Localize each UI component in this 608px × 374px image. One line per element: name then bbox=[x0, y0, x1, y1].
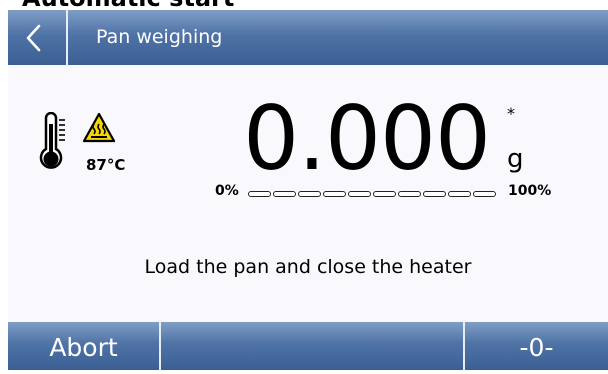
load-progress-bar bbox=[248, 191, 496, 197]
load-bar-segment bbox=[423, 191, 446, 197]
weight-unit: g bbox=[507, 144, 524, 174]
instruction-message: Load the pan and close the heater bbox=[144, 256, 472, 278]
bottom-bar: Abort -0- bbox=[8, 322, 608, 370]
load-bar-segment bbox=[298, 191, 321, 197]
abort-button[interactable]: Abort bbox=[8, 322, 159, 370]
thermometer-icon bbox=[39, 112, 65, 169]
screen-title: Pan weighing bbox=[96, 26, 223, 48]
top-bar: Pan weighing bbox=[8, 10, 608, 65]
load-min-label: 0% bbox=[215, 183, 239, 199]
middle-footer-button[interactable] bbox=[161, 322, 463, 370]
load-bar-segment bbox=[273, 191, 296, 197]
temperature-readout: 87°C bbox=[86, 156, 126, 174]
hot-surface-warning-icon bbox=[82, 112, 116, 143]
weight-display: 0.000 bbox=[243, 87, 491, 190]
chevron-left-icon bbox=[26, 24, 41, 52]
topbar-divider bbox=[66, 10, 68, 65]
load-bar-segment bbox=[323, 191, 346, 197]
load-bar-segment bbox=[248, 191, 271, 197]
load-bar-segment bbox=[373, 191, 396, 197]
load-bar-segment bbox=[348, 191, 371, 197]
load-bar-segment bbox=[448, 191, 471, 197]
load-bar-segment bbox=[473, 191, 496, 197]
back-button[interactable] bbox=[8, 10, 66, 65]
load-bar-segment bbox=[398, 191, 421, 197]
load-max-label: 100% bbox=[508, 183, 552, 199]
balance-screen: Pan weighing 87°C 0.000 * g 0% 100% Load… bbox=[8, 10, 608, 370]
stability-marker: * bbox=[507, 104, 515, 123]
page-heading: Automatic start bbox=[22, 0, 234, 10]
zero-button[interactable]: -0- bbox=[465, 322, 608, 370]
